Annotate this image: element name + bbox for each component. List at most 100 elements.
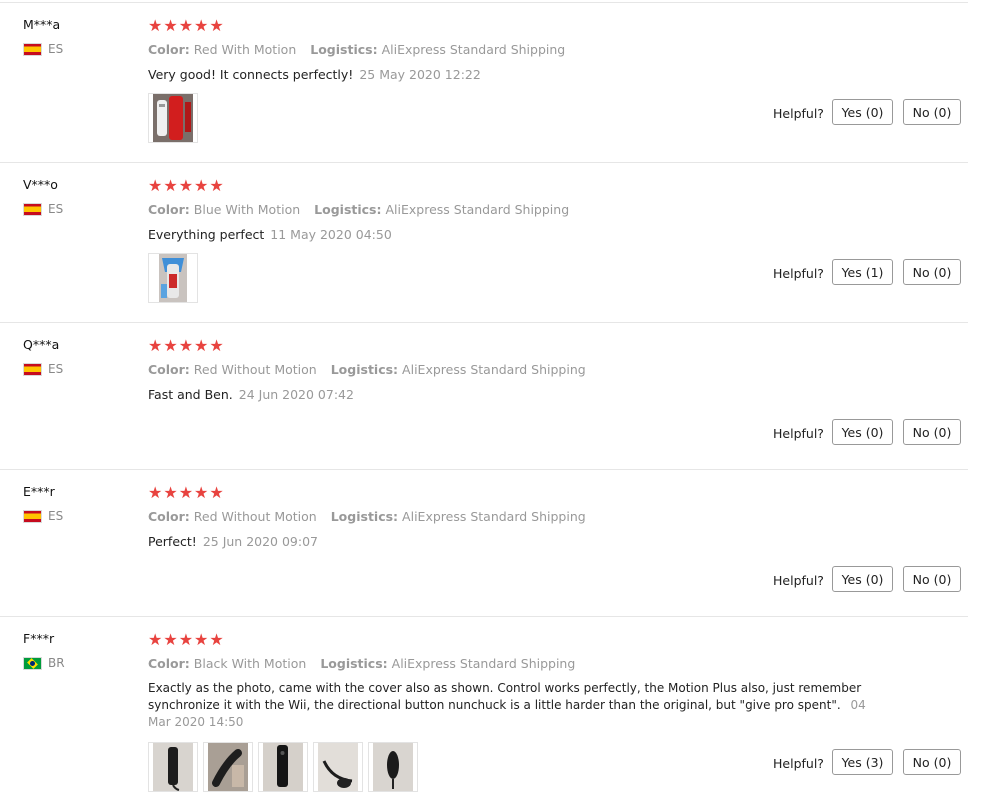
helpful-yes-button[interactable]: Yes (0) — [832, 99, 893, 125]
reviewer-name: M***a — [23, 17, 61, 32]
review-meta: Color: Red Without Motion Logistics: AliE… — [148, 509, 586, 524]
review-date: 11 May 2020 04:50 — [270, 227, 392, 242]
country-code: ES — [48, 362, 64, 376]
helpful-label: Helpful? — [773, 573, 824, 588]
divider — [0, 616, 968, 617]
review-photo-thumbnail[interactable] — [148, 93, 198, 143]
star-rating: ★★★★★ — [148, 630, 225, 649]
logistics-value: AliExpress Standard Shipping — [385, 202, 570, 217]
country-code: ES — [48, 202, 64, 216]
review-photos — [148, 253, 198, 303]
review-body-line: synchronize it with the Wii, the directi… — [148, 698, 866, 712]
color-label: Color: — [148, 656, 190, 671]
review-body: Very good! It connects perfectly! — [148, 67, 354, 82]
logistics-label: Logistics: — [330, 362, 399, 377]
reviewer-country: ES — [23, 362, 63, 376]
color-value: Black With Motion — [193, 656, 307, 671]
review-date: 24 Jun 2020 07:42 — [238, 387, 354, 402]
color-value: Blue With Motion — [193, 202, 301, 217]
helpful-no-button[interactable]: No (0) — [903, 259, 961, 285]
review-meta: Color: Red Without Motion Logistics: AliE… — [148, 362, 586, 377]
color-label: Color: — [148, 362, 190, 377]
spain-flag-icon — [23, 202, 42, 216]
color-value: Red With Motion — [193, 42, 297, 57]
country-code: BR — [48, 656, 65, 670]
country-code: ES — [48, 42, 64, 56]
star-rating: ★★★★★ — [148, 16, 225, 35]
reviewer-country: BR — [23, 656, 65, 670]
helpful-no-button[interactable]: No (0) — [903, 566, 961, 592]
brazil-flag-icon — [23, 656, 42, 670]
reviewer-country: ES — [23, 509, 63, 523]
helpful-no-button[interactable]: No (0) — [903, 749, 961, 775]
review-body: Fast and Ben. — [148, 387, 233, 402]
helpful-yes-button[interactable]: Yes (3) — [832, 749, 893, 775]
review-date: Mar 2020 14:50 — [148, 715, 244, 729]
black-remote-photo-icon — [373, 743, 413, 791]
spain-flag-icon — [23, 42, 42, 56]
review-meta: Color: Blue With Motion Logistics: AliExp… — [148, 202, 569, 217]
review-text: Fast and Ben. 24 Jun 2020 07:42 — [148, 386, 354, 403]
review-body: Everything perfect — [148, 227, 265, 242]
reviewer-country: ES — [23, 202, 63, 216]
helpful-no-button[interactable]: No (0) — [903, 419, 961, 445]
helpful-label: Helpful? — [773, 266, 824, 281]
star-rating: ★★★★★ — [148, 336, 225, 355]
logistics-value: AliExpress Standard Shipping — [391, 656, 576, 671]
black-remote-photo-icon — [153, 743, 193, 791]
review-photo-thumbnail[interactable] — [203, 742, 253, 792]
review-text: Perfect! 25 Jun 2020 09:07 — [148, 533, 318, 550]
review-date: 25 Jun 2020 09:07 — [202, 534, 319, 549]
color-label: Color: — [148, 202, 190, 217]
helpful-label: Helpful? — [773, 106, 824, 121]
review-date: 25 May 2020 12:22 — [359, 67, 481, 82]
review-photo-thumbnail[interactable] — [148, 742, 198, 792]
helpful-yes-button[interactable]: Yes (0) — [832, 419, 893, 445]
black-remote-photo-icon — [208, 743, 248, 791]
color-label: Color: — [148, 42, 190, 57]
reviews-list: M***a ES ★★★★★ Color: Red With Motion Log… — [0, 0, 987, 802]
review-body-line: Exactly as the photo, came with the cove… — [148, 681, 862, 695]
helpful-label: Helpful? — [773, 426, 824, 441]
divider — [0, 322, 968, 323]
helpful-no-button[interactable]: No (0) — [903, 99, 961, 125]
logistics-label: Logistics: — [310, 42, 378, 57]
review-photo-thumbnail[interactable] — [368, 742, 418, 792]
review-photo-thumbnail[interactable] — [258, 742, 308, 792]
divider — [0, 162, 968, 163]
red-remote-photo-icon — [153, 94, 193, 142]
blue-remote-photo-icon — [159, 254, 187, 302]
star-rating: ★★★★★ — [148, 483, 225, 502]
reviewer-name: E***r — [23, 484, 55, 499]
review-text: Exactly as the photo, came with the cove… — [148, 680, 878, 731]
logistics-value: AliExpress Standard Shipping — [381, 42, 566, 57]
review-text: Everything perfect 11 May 2020 04:50 — [148, 226, 392, 243]
reviewer-country: ES — [23, 42, 63, 56]
review-text: Very good! It connects perfectly! 25 May … — [148, 66, 481, 83]
review-photo-thumbnail[interactable] — [313, 742, 363, 792]
color-value: Red Without Motion — [193, 509, 317, 524]
review-photo-thumbnail[interactable] — [148, 253, 198, 303]
reviewer-name: F***r — [23, 631, 55, 646]
review-date: 04 — [850, 698, 866, 712]
divider — [0, 469, 968, 470]
reviewer-name: V***o — [23, 177, 58, 192]
review-body: Perfect! — [148, 534, 197, 549]
black-remote-photo-icon — [318, 743, 358, 791]
review-photos — [148, 93, 198, 143]
star-rating: ★★★★★ — [148, 176, 225, 195]
logistics-label: Logistics: — [330, 509, 399, 524]
helpful-yes-button[interactable]: Yes (1) — [832, 259, 893, 285]
divider — [0, 2, 968, 3]
spain-flag-icon — [23, 509, 42, 523]
logistics-value: AliExpress Standard Shipping — [402, 509, 586, 524]
color-value: Red Without Motion — [193, 362, 317, 377]
review-meta: Color: Black With Motion Logistics: AliEx… — [148, 656, 575, 671]
logistics-label: Logistics: — [320, 656, 388, 671]
black-remote-photo-icon — [263, 743, 303, 791]
reviewer-name: Q***a — [23, 337, 60, 352]
country-code: ES — [48, 509, 64, 523]
helpful-yes-button[interactable]: Yes (0) — [832, 566, 893, 592]
helpful-label: Helpful? — [773, 756, 824, 771]
review-meta: Color: Red With Motion Logistics: AliExpr… — [148, 42, 565, 57]
